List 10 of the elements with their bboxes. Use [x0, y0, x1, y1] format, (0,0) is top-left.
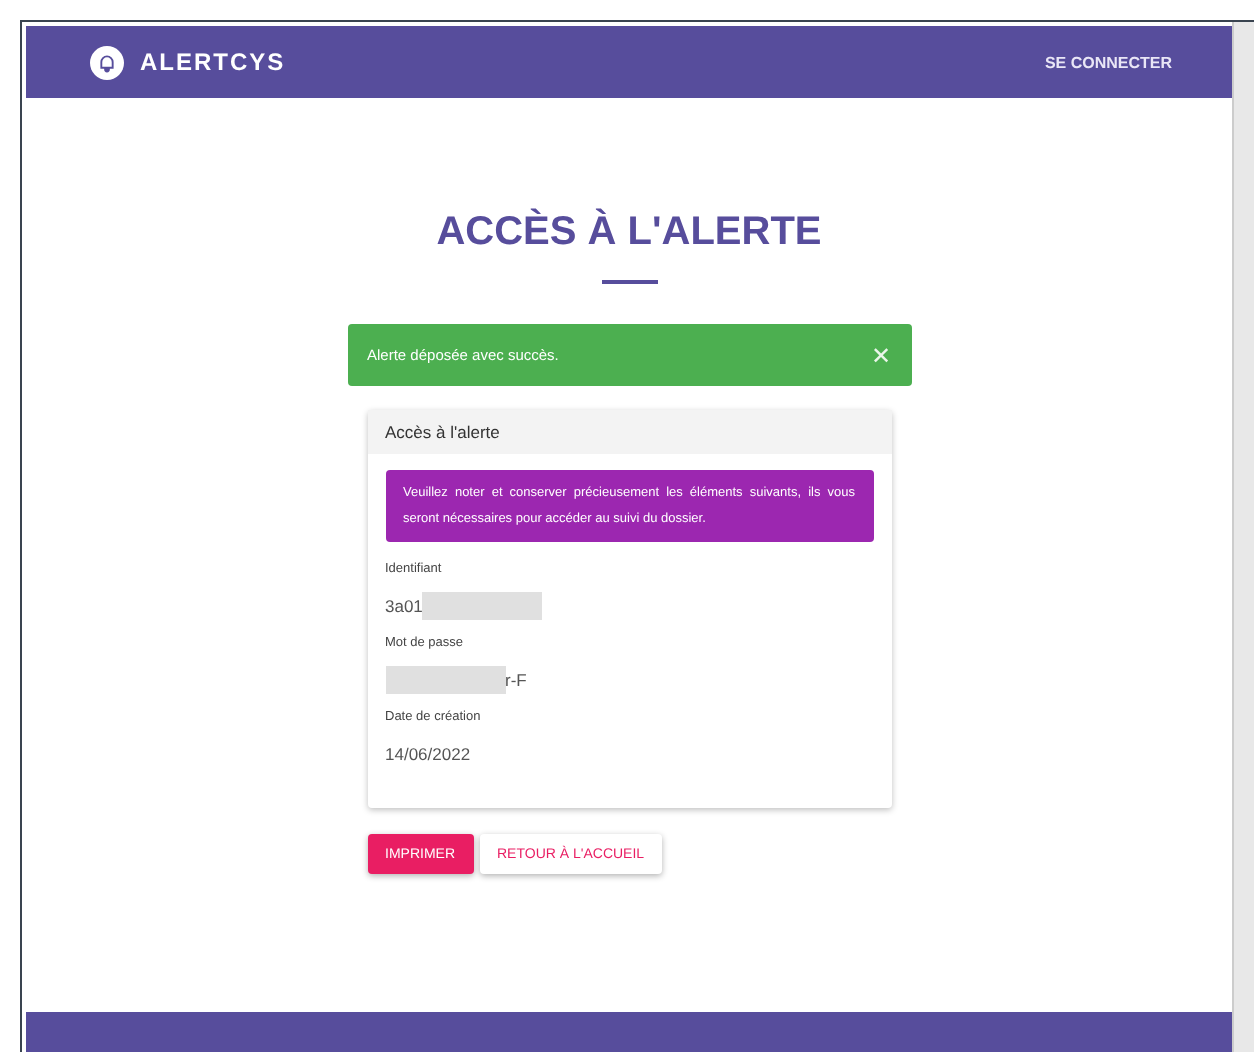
field-value: r-F [505, 670, 527, 690]
scrollbar[interactable] [1232, 22, 1254, 1052]
field-value: 14/06/2022 [385, 744, 471, 764]
bell-logo-icon [90, 45, 124, 79]
card-header: Accès à l'alerte [367, 410, 891, 454]
field-value: 3a01 [385, 596, 423, 616]
close-button[interactable]: ✕ [871, 341, 891, 369]
login-link[interactable]: SE CONNECTER [1044, 53, 1172, 71]
page-title: ACCÈS À L'ALERTE [436, 210, 822, 256]
brand-name: ALERTCYS [140, 48, 286, 76]
